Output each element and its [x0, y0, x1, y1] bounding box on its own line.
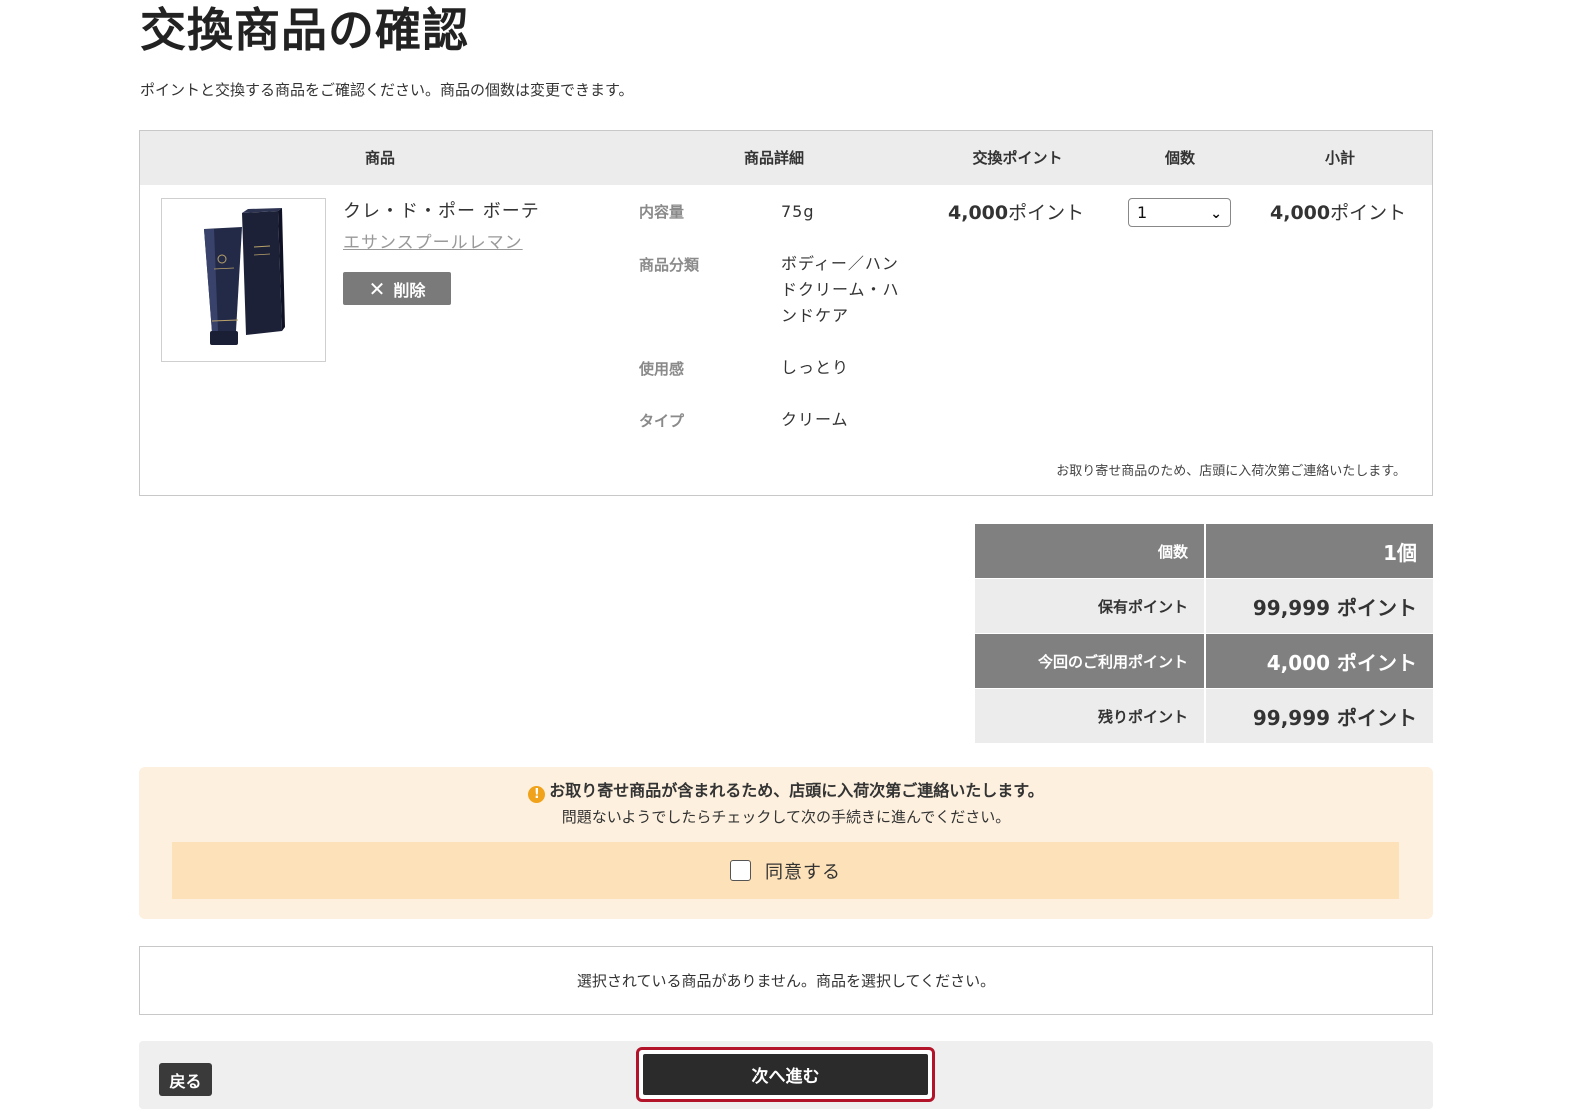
- header-qty: 個数: [1164, 149, 1195, 167]
- spec-value-capacity: 75g: [781, 202, 815, 221]
- spec-label-feel: 使用感: [639, 360, 685, 378]
- chevron-down-icon: ⌄: [1210, 206, 1222, 222]
- summary-row-held: 保有ポイント 99,999 ポイント: [975, 579, 1433, 633]
- subtotal-number: 4,000: [1270, 202, 1331, 224]
- order-note: お取り寄せ商品のため、店頭に入荷次第ご連絡いたします。: [1056, 464, 1406, 479]
- header-subtotal: 小計: [1324, 149, 1355, 167]
- spec-label-type: タイプ: [639, 412, 685, 430]
- summary-row-remaining: 残りポイント 99,999 ポイント: [975, 689, 1433, 743]
- exchange-points: 4,000ポイント: [948, 201, 1084, 225]
- exchange-points-unit: ポイント: [1008, 202, 1085, 224]
- spec-label-category: 商品分類: [639, 256, 700, 274]
- quantity-select[interactable]: 1 ⌄: [1128, 198, 1231, 227]
- page-lead: ポイントと交換する商品をご確認ください。商品の個数は変更できます。: [140, 81, 634, 99]
- spec-value-feel: しっとり: [781, 358, 850, 377]
- subtotal: 4,000ポイント: [1270, 201, 1406, 225]
- notice-heading: ! お取り寄せ商品が含まれるため、店頭に入荷次第ご連絡いたします。: [139, 780, 1433, 803]
- summary-value: 99,999 ポイント: [1206, 579, 1433, 633]
- cart-table: 商品 商品詳細 交換ポイント 個数 小計 クレ・ド・ポー ボーテ エサンスプール…: [139, 130, 1433, 496]
- spec-label-capacity: 内容量: [639, 203, 685, 221]
- delete-label: 削除: [393, 280, 426, 300]
- points-summary: 個数 1個 保有ポイント 99,999 ポイント 今回のご利用ポイント 4,00…: [975, 524, 1433, 744]
- agree-label: 同意する: [765, 861, 841, 883]
- back-button[interactable]: 戻る: [159, 1063, 212, 1096]
- header-product: 商品: [364, 149, 395, 167]
- cart-table-header: 商品 商品詳細 交換ポイント 個数 小計: [140, 131, 1432, 185]
- agree-checkbox-row[interactable]: 同意する: [172, 842, 1399, 899]
- product-name-link[interactable]: エサンスプールレマン: [343, 232, 523, 254]
- product-image: [161, 198, 326, 362]
- header-points: 交換ポイント: [972, 149, 1063, 167]
- summary-value: 99,999 ポイント: [1206, 689, 1433, 743]
- summary-row-count: 個数 1個: [975, 524, 1433, 578]
- notice-heading-text: お取り寄せ商品が含まれるため、店頭に入荷次第ご連絡いたします。: [549, 781, 1044, 800]
- summary-label: 保有ポイント: [975, 579, 1204, 633]
- warning-icon: !: [528, 786, 546, 803]
- header-detail: 商品詳細: [743, 149, 804, 167]
- next-button[interactable]: 次へ進む: [643, 1054, 928, 1095]
- agree-checkbox[interactable]: [730, 860, 751, 881]
- delete-button[interactable]: ✕ 削除: [343, 272, 451, 305]
- close-icon: ✕: [368, 276, 386, 301]
- spec-value-category: ボディー／ハンドクリーム・ハンドケア: [781, 254, 900, 325]
- exchange-points-number: 4,000: [948, 202, 1009, 224]
- summary-label: 残りポイント: [975, 689, 1204, 743]
- notice-text: 問題ないようでしたらチェックして次の手続きに進んでください。: [561, 808, 1011, 826]
- subtotal-unit: ポイント: [1330, 202, 1407, 224]
- page-title: 交換商品の確認: [140, 3, 469, 57]
- spec-value-type: クリーム: [781, 410, 849, 429]
- summary-value: 1個: [1206, 524, 1433, 578]
- summary-label: 個数: [975, 524, 1204, 578]
- quantity-value: 1: [1137, 203, 1148, 222]
- footer-nav: 戻る 次へ進む: [139, 1041, 1433, 1109]
- summary-label: 今回のご利用ポイント: [975, 634, 1204, 688]
- notice-panel: ! お取り寄せ商品が含まれるため、店頭に入荷次第ご連絡いたします。 問題ないようで…: [139, 767, 1433, 919]
- summary-value: 4,000 ポイント: [1206, 634, 1433, 688]
- selection-message: 選択されている商品がありません。商品を選択してください。: [139, 946, 1433, 1015]
- summary-row-used: 今回のご利用ポイント 4,000 ポイント: [975, 634, 1433, 688]
- next-button-focus-ring: 次へ進む: [636, 1047, 935, 1102]
- product-brand: クレ・ド・ポー ボーテ: [343, 201, 540, 222]
